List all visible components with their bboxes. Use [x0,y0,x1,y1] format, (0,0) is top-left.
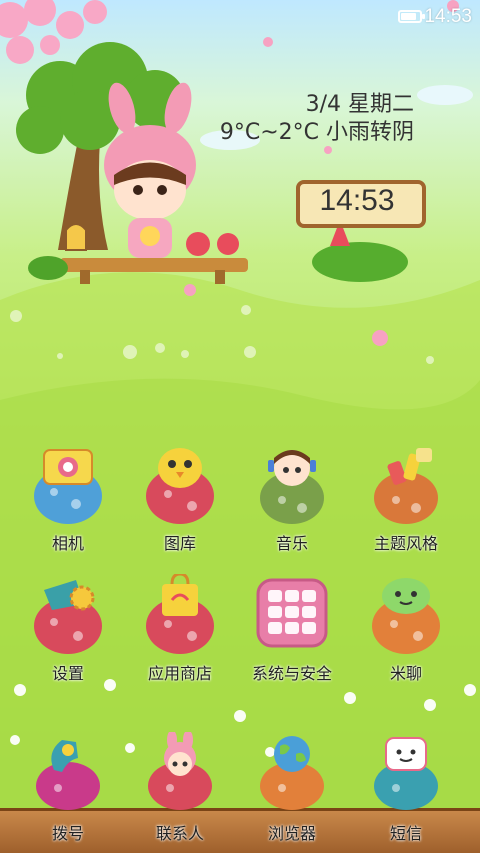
app-system-security[interactable]: 系统与安全 [242,574,342,694]
gear-settings-icon [34,580,102,654]
app-gallery[interactable]: 图库 [130,444,230,564]
status-bar: 14:53 [0,0,480,34]
message-icon [374,737,438,810]
home-screen: 14:53 3/4 星期二 9°C~2°C 小雨转阴 14:53 相机 图库 音… [0,0,480,853]
gallery-chick-icon [146,448,214,524]
app-miliao[interactable]: 米聊 [356,574,456,694]
app-store[interactable]: 应用商店 [130,574,230,694]
dock-browser[interactable]: 浏览器 [242,732,342,852]
app-settings[interactable]: 设置 [18,574,118,694]
paint-theme-icon [374,448,438,524]
app-music[interactable]: 音乐 [242,444,342,564]
clock-widget[interactable]: 14:53 [296,180,426,230]
app-label: 应用商店 [147,664,212,683]
app-label: 相机 [51,534,84,553]
grid-security-icon [256,578,328,648]
app-label: 图库 [163,534,196,553]
clock-time: 14:53 [319,184,395,217]
chat-bubble-icon [372,578,440,654]
app-label: 音乐 [275,534,308,553]
status-time: 14:53 [424,6,472,27]
app-label: 米聊 [389,664,422,683]
contacts-bunny-icon [148,732,212,810]
music-girl-icon [260,450,324,524]
dock-contacts[interactable]: 联系人 [130,732,230,852]
app-label: 主题风格 [373,534,438,553]
dock-dialer[interactable]: 拨号 [18,732,118,852]
battery-icon [398,10,425,23]
camera-icon [34,449,102,524]
app-label: 拨号 [51,824,84,843]
app-label: 联系人 [155,824,204,843]
shopping-bag-icon [146,574,214,654]
app-label: 设置 [51,664,84,683]
app-label: 系统与安全 [251,664,332,683]
weather-temperature[interactable]: 9°C~2°C 小雨转阴 [220,114,414,146]
app-camera[interactable]: 相机 [18,444,118,564]
globe-browser-icon [260,736,324,810]
app-themes[interactable]: 主题风格 [356,444,456,564]
phone-dialer-icon [36,740,100,810]
app-label: 浏览器 [267,824,316,843]
dock-messages[interactable]: 短信 [356,732,456,852]
app-label: 短信 [389,824,422,843]
